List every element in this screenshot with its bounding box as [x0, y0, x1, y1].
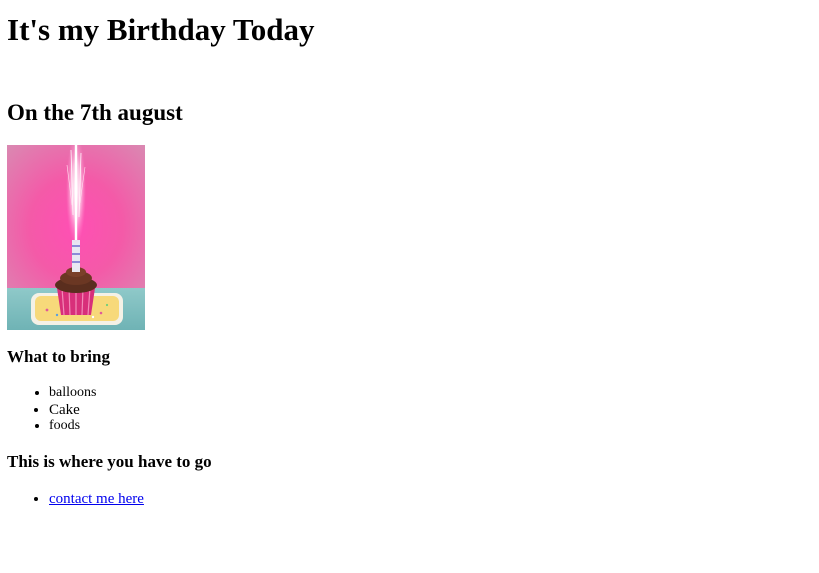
where-to-go-heading: This is where you have to go [7, 452, 212, 471]
location-list: contact me here [0, 490, 144, 508]
contact-link[interactable]: contact me here [49, 491, 144, 507]
bring-list: balloons Cake foods [0, 385, 96, 435]
list-item: foods [49, 418, 96, 435]
what-to-bring-heading: What to bring [7, 347, 110, 366]
list-item: balloons [49, 385, 96, 402]
page-title: It's my Birthday Today [7, 12, 315, 47]
list-item: Cake [49, 402, 96, 419]
date-heading: On the 7th august [7, 100, 183, 125]
birthday-cupcake-image [7, 145, 145, 330]
list-item: contact me here [49, 490, 144, 508]
